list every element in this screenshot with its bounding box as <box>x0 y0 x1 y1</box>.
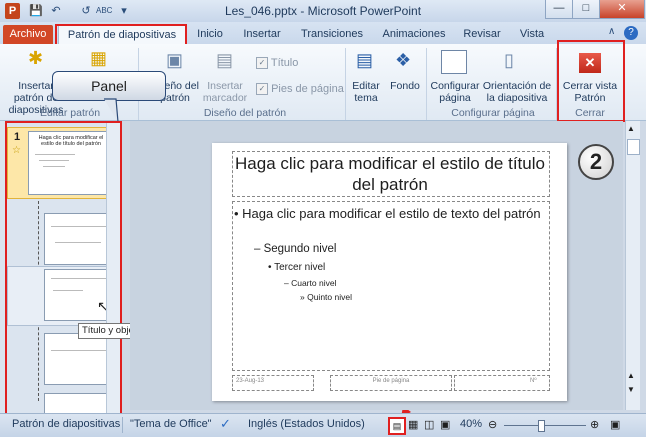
status-language[interactable]: Inglés (Estados Unidos) <box>248 418 365 430</box>
bullet-level-1: • Haga clic para modificar el estilo de … <box>234 206 541 221</box>
status-divider <box>122 417 123 433</box>
highlight-box-panel <box>5 121 122 415</box>
bullet-level-5: » Quinto nivel <box>300 292 352 302</box>
zoom-slider-track[interactable] <box>504 425 586 426</box>
bullet-level-5-text: Quinto nivel <box>307 292 352 302</box>
footer-text: Pie de página <box>372 378 410 384</box>
normal-view-icon[interactable]: ▤ <box>388 417 406 435</box>
bullet-level-4: – Cuarto nivel <box>284 278 337 288</box>
status-view-name: Patrón de diapositivas <box>12 418 121 430</box>
slideshow-icon[interactable]: ▣ <box>440 418 450 431</box>
footer-slide-number: Nº <box>530 378 537 384</box>
slide-sorter-icon[interactable]: ▦ <box>408 418 418 431</box>
proofing-icon[interactable]: ✓ <box>220 416 231 432</box>
callout-number-2: 2 <box>578 144 614 180</box>
bullet-level-1-text: Haga clic para modificar el estilo de te… <box>242 206 541 221</box>
footer-date: 23-Aug-13 <box>236 378 265 384</box>
scroll-thumb[interactable] <box>627 139 640 155</box>
next-slide-icon[interactable]: ▼ <box>627 385 635 394</box>
editor-scrollbar[interactable]: ▲ ▲ ▼ <box>625 121 640 410</box>
prev-slide-icon[interactable]: ▲ <box>627 371 635 380</box>
bullet-level-4-text: Cuarto nivel <box>291 278 337 288</box>
zoom-level[interactable]: 40% <box>460 418 482 430</box>
bullet-level-3: • Tercer nivel <box>268 262 326 273</box>
status-theme-name: "Tema de Office" <box>130 418 212 430</box>
slide-master-canvas[interactable]: Haga clic para modificar el estilo de tí… <box>212 143 567 401</box>
reading-view-icon[interactable]: ◫ <box>424 418 434 431</box>
status-bar: Patrón de diapositivas "Tema de Office" … <box>0 413 646 437</box>
bullet-level-2: – Segundo nivel <box>254 243 337 255</box>
zoom-out-icon[interactable]: ⊖ <box>488 418 497 431</box>
body-placeholder[interactable] <box>232 201 550 371</box>
bullet-level-3-text: Tercer nivel <box>274 262 326 273</box>
bullet-level-2-text: Segundo nivel <box>263 243 337 255</box>
slide-title: Haga clic para modificar el estilo de tí… <box>235 154 545 194</box>
scroll-up-icon[interactable]: ▲ <box>627 124 635 133</box>
zoom-slider-thumb[interactable] <box>538 420 545 432</box>
fit-to-window-icon[interactable]: ▣ <box>610 418 620 431</box>
zoom-in-icon[interactable]: ⊕ <box>590 418 599 431</box>
